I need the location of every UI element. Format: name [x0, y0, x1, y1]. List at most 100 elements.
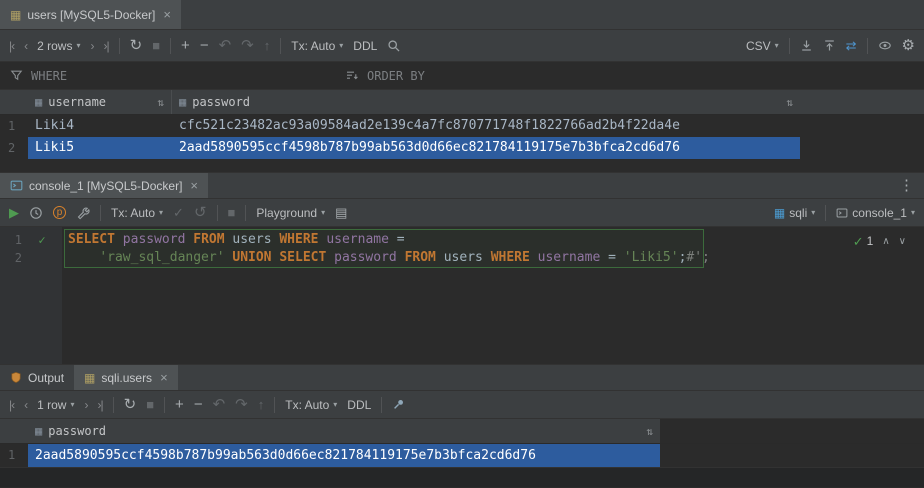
ddl-button[interactable]: DDL: [353, 39, 377, 53]
column-header-password[interactable]: ▦ password ⇅: [172, 90, 800, 114]
sort-toggle-icon[interactable]: ⇅: [646, 425, 653, 438]
tab-result-label: sqli.users: [101, 371, 152, 385]
sync-structure-icon[interactable]: ⇄: [846, 39, 857, 52]
last-page-button[interactable]: ›|: [103, 40, 108, 52]
result-grid-header: ▦ password ⇅: [0, 419, 924, 444]
order-by-field[interactable]: ORDER BY: [335, 69, 425, 83]
console-toolbar: ▶ p Tx: Auto ▾ ✓ ↺ ■ Playground ▾ ▤ ▦ sq…: [0, 199, 924, 227]
tab-console-label: console_1 [MySQL5-Docker]: [29, 179, 182, 193]
chevron-down-icon: ▾: [811, 209, 815, 217]
delete-row-icon[interactable]: −: [200, 38, 209, 53]
tab-output-label: Output: [28, 371, 64, 385]
window-bottom-strip: [0, 467, 924, 487]
next-result-icon[interactable]: ∨: [899, 236, 906, 247]
cell-password[interactable]: 2aad5890595ccf4598b787b99ab563d0d66ec821…: [28, 444, 660, 467]
reload-icon[interactable]: ↻: [124, 397, 137, 412]
previous-result-icon[interactable]: ∧: [882, 236, 889, 247]
tab-users-table[interactable]: ▦ users [MySQL5-Docker] ×: [0, 0, 181, 29]
close-icon[interactable]: ×: [163, 7, 171, 22]
chevron-down-icon: ▾: [76, 42, 80, 50]
undo-icon[interactable]: ↶: [219, 38, 232, 53]
last-page-button[interactable]: ›|: [97, 399, 102, 411]
cell-password[interactable]: cfc521c23482ac93a09584ad2e139c4a7fc87077…: [172, 115, 800, 137]
page-size-dropdown[interactable]: 1 row ▾: [37, 398, 74, 412]
tx-mode-dropdown[interactable]: Tx: Auto ▾: [285, 398, 337, 412]
next-page-button[interactable]: ›: [90, 40, 93, 52]
column-icon: ▦: [35, 424, 42, 438]
page-size-dropdown[interactable]: 2 rows ▾: [37, 39, 80, 53]
tx-mode-dropdown[interactable]: Tx: Auto ▾: [111, 206, 163, 220]
add-row-icon[interactable]: +: [181, 38, 190, 53]
tx-mode-label: Tx: Auto: [285, 398, 329, 412]
divider: [789, 38, 790, 54]
submit-icon[interactable]: ↑: [258, 398, 265, 411]
first-page-button[interactable]: |‹: [9, 399, 14, 411]
submit-icon[interactable]: ↑: [264, 39, 271, 52]
revert-icon[interactable]: ↷: [235, 397, 248, 412]
filter-funnel-icon: [10, 69, 23, 82]
session-dropdown[interactable]: console_1 ▾: [836, 206, 915, 220]
delete-row-icon[interactable]: −: [194, 397, 203, 412]
table-row[interactable]: 1 Liki4 cfc521c23482ac93a09584ad2e139c4a…: [0, 115, 924, 137]
stop-icon[interactable]: ■: [152, 39, 160, 52]
divider: [867, 38, 868, 54]
commit-check-icon[interactable]: ✓: [173, 206, 184, 219]
more-options-icon[interactable]: ⋮: [899, 178, 914, 193]
schema-label: sqli: [789, 206, 807, 220]
editor-code-area[interactable]: SELECT password FROM users WHERE usernam…: [62, 227, 924, 364]
gear-icon[interactable]: ⚙: [902, 38, 915, 53]
stop-icon[interactable]: ■: [228, 206, 236, 219]
previous-page-button[interactable]: ‹: [24, 40, 27, 52]
output-layout-icon[interactable]: ▤: [335, 206, 347, 219]
sql-editor[interactable]: 1 ✓ 2 SELECT password FROM users WHERE u…: [0, 227, 924, 364]
result-row-selected[interactable]: 1 2aad5890595ccf4598b787b99ab563d0d66ec8…: [0, 444, 924, 467]
grid-toolbar: |‹ ‹ 2 rows ▾ › ›| ↻ ■ + − ↶ ↷ ↑ Tx: Aut…: [0, 30, 924, 62]
tab-output[interactable]: Output: [0, 365, 74, 390]
sort-toggle-icon[interactable]: ⇅: [157, 96, 164, 109]
upload-icon[interactable]: [823, 39, 836, 52]
divider: [170, 38, 171, 54]
sort-toggle-icon[interactable]: ⇅: [786, 96, 793, 109]
parameters-icon[interactable]: p: [53, 206, 66, 219]
sql-code[interactable]: SELECT password FROM users WHERE usernam…: [68, 231, 924, 267]
close-icon[interactable]: ×: [160, 370, 168, 385]
ddl-button[interactable]: DDL: [347, 398, 371, 412]
search-icon[interactable]: [387, 39, 401, 53]
export-format-dropdown[interactable]: CSV ▾: [746, 39, 779, 53]
cell-password[interactable]: 2aad5890595ccf4598b787b99ab563d0d66ec821…: [172, 137, 800, 159]
table-row-selected[interactable]: 2 Liki5 2aad5890595ccf4598b787b99ab563d0…: [0, 137, 924, 159]
cell-username[interactable]: Liki5: [28, 137, 172, 159]
column-header-password[interactable]: ▦ password ⇅: [28, 419, 660, 443]
chevron-down-icon: ▾: [911, 209, 915, 217]
schema-dropdown[interactable]: ▦ sqli ▾: [774, 206, 815, 220]
playground-mode-dropdown[interactable]: Playground ▾: [256, 206, 325, 220]
divider: [381, 397, 382, 413]
close-icon[interactable]: ×: [190, 178, 198, 193]
previous-page-button[interactable]: ‹: [24, 399, 27, 411]
cell-username[interactable]: Liki4: [28, 115, 172, 137]
first-page-button[interactable]: |‹: [9, 40, 14, 52]
view-options-eye-icon[interactable]: [878, 39, 892, 52]
rollback-icon[interactable]: ↺: [194, 205, 207, 220]
reload-icon[interactable]: ↻: [130, 38, 143, 53]
execute-play-icon[interactable]: ▶: [9, 206, 19, 219]
editor-gutter: 1 ✓ 2: [0, 227, 62, 364]
revert-icon[interactable]: ↷: [241, 38, 254, 53]
add-row-icon[interactable]: +: [175, 397, 184, 412]
tx-mode-dropdown[interactable]: Tx: Auto ▾: [291, 39, 343, 53]
editor-tab-bar: ▦ users [MySQL5-Docker] ×: [0, 0, 924, 30]
order-by-label: ORDER BY: [367, 69, 425, 83]
stop-icon[interactable]: ■: [146, 398, 154, 411]
ddl-label: DDL: [347, 398, 371, 412]
tab-console[interactable]: console_1 [MySQL5-Docker] ×: [0, 173, 208, 198]
column-header-username[interactable]: ▦ username ⇅: [28, 90, 172, 114]
where-filter-field[interactable]: WHERE: [0, 69, 335, 83]
pin-icon[interactable]: [392, 398, 405, 411]
history-clock-icon[interactable]: [29, 206, 43, 220]
wrench-settings-icon[interactable]: [76, 206, 90, 220]
next-page-button[interactable]: ›: [84, 399, 87, 411]
console-icon: [836, 207, 848, 219]
undo-icon[interactable]: ↶: [213, 397, 226, 412]
download-icon[interactable]: [800, 39, 813, 52]
tab-result-grid[interactable]: ▦ sqli.users ×: [74, 365, 178, 390]
